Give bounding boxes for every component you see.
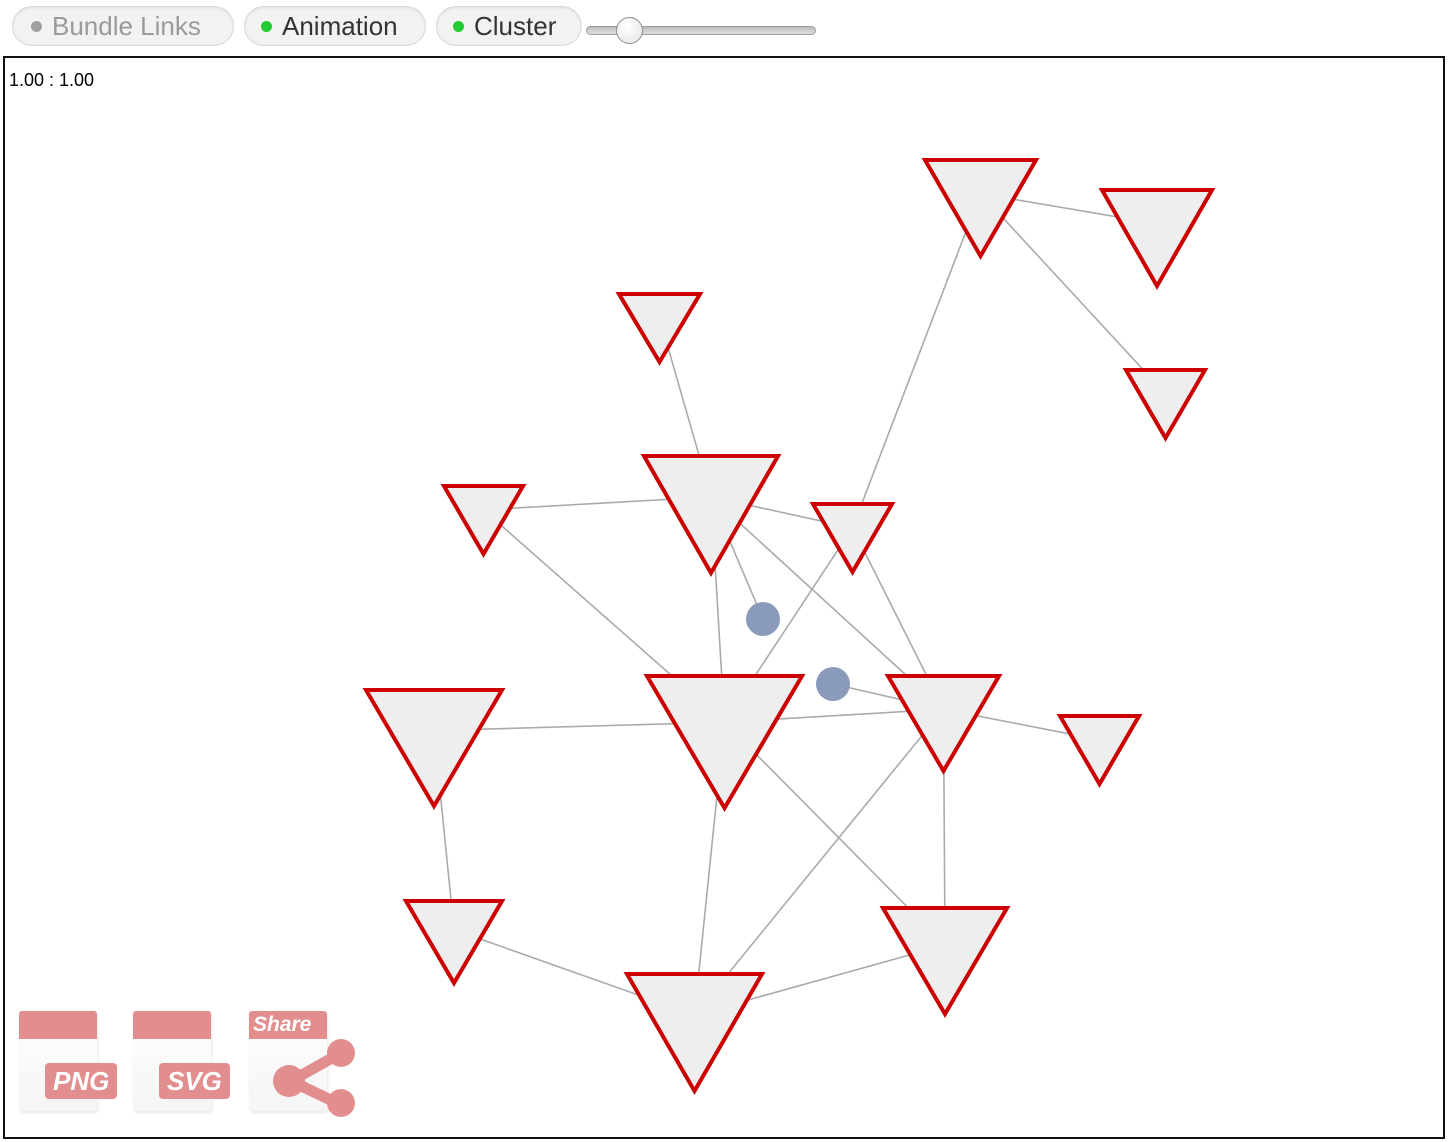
cluster-label: Cluster xyxy=(474,10,557,41)
bundle-links-toggle[interactable]: Bundle Links xyxy=(12,6,234,46)
links-layer xyxy=(433,192,1167,1016)
share-label: Share xyxy=(253,1013,312,1036)
graph-node-triangle[interactable] xyxy=(440,484,527,558)
export-svg-button[interactable]: SVG xyxy=(133,1011,241,1117)
graph-node-triangle[interactable] xyxy=(1122,368,1209,442)
graph-node-triangle[interactable] xyxy=(1056,714,1143,788)
graph-node-triangle[interactable] xyxy=(879,906,1011,1018)
network-graph[interactable] xyxy=(5,58,1445,1139)
graph-canvas[interactable]: 1.00 : 1.00 PNG SVG Share xyxy=(3,56,1445,1139)
animation-label: Animation xyxy=(282,10,398,41)
svg-label: SVG xyxy=(159,1063,230,1099)
status-on-icon xyxy=(261,20,272,32)
graph-node-triangle[interactable] xyxy=(615,292,704,366)
bundle-links-label: Bundle Links xyxy=(52,10,201,41)
graph-node-triangle[interactable] xyxy=(643,674,806,812)
toolbar: Bundle Links Animation Cluster xyxy=(0,0,1448,56)
export-png-button[interactable]: PNG xyxy=(19,1011,127,1117)
share-button[interactable]: Share xyxy=(249,1011,357,1117)
graph-node-triangle[interactable] xyxy=(1098,188,1216,291)
share-icon xyxy=(273,1039,355,1117)
animation-toggle[interactable]: Animation xyxy=(244,6,426,46)
status-on-icon xyxy=(453,20,464,32)
graph-node-triangle[interactable] xyxy=(921,158,1040,260)
graph-node-triangle[interactable] xyxy=(362,688,506,810)
graph-node-triangle[interactable] xyxy=(640,454,782,578)
graph-node-triangle[interactable] xyxy=(623,972,766,1096)
png-label: PNG xyxy=(45,1063,118,1099)
cluster-node[interactable] xyxy=(746,602,780,636)
graph-link xyxy=(851,193,982,529)
cluster-node[interactable] xyxy=(816,667,850,701)
graph-node-triangle[interactable] xyxy=(809,502,896,576)
cluster-slider-handle[interactable] xyxy=(616,17,644,44)
status-off-icon xyxy=(31,20,42,32)
cluster-toggle[interactable]: Cluster xyxy=(436,6,582,46)
